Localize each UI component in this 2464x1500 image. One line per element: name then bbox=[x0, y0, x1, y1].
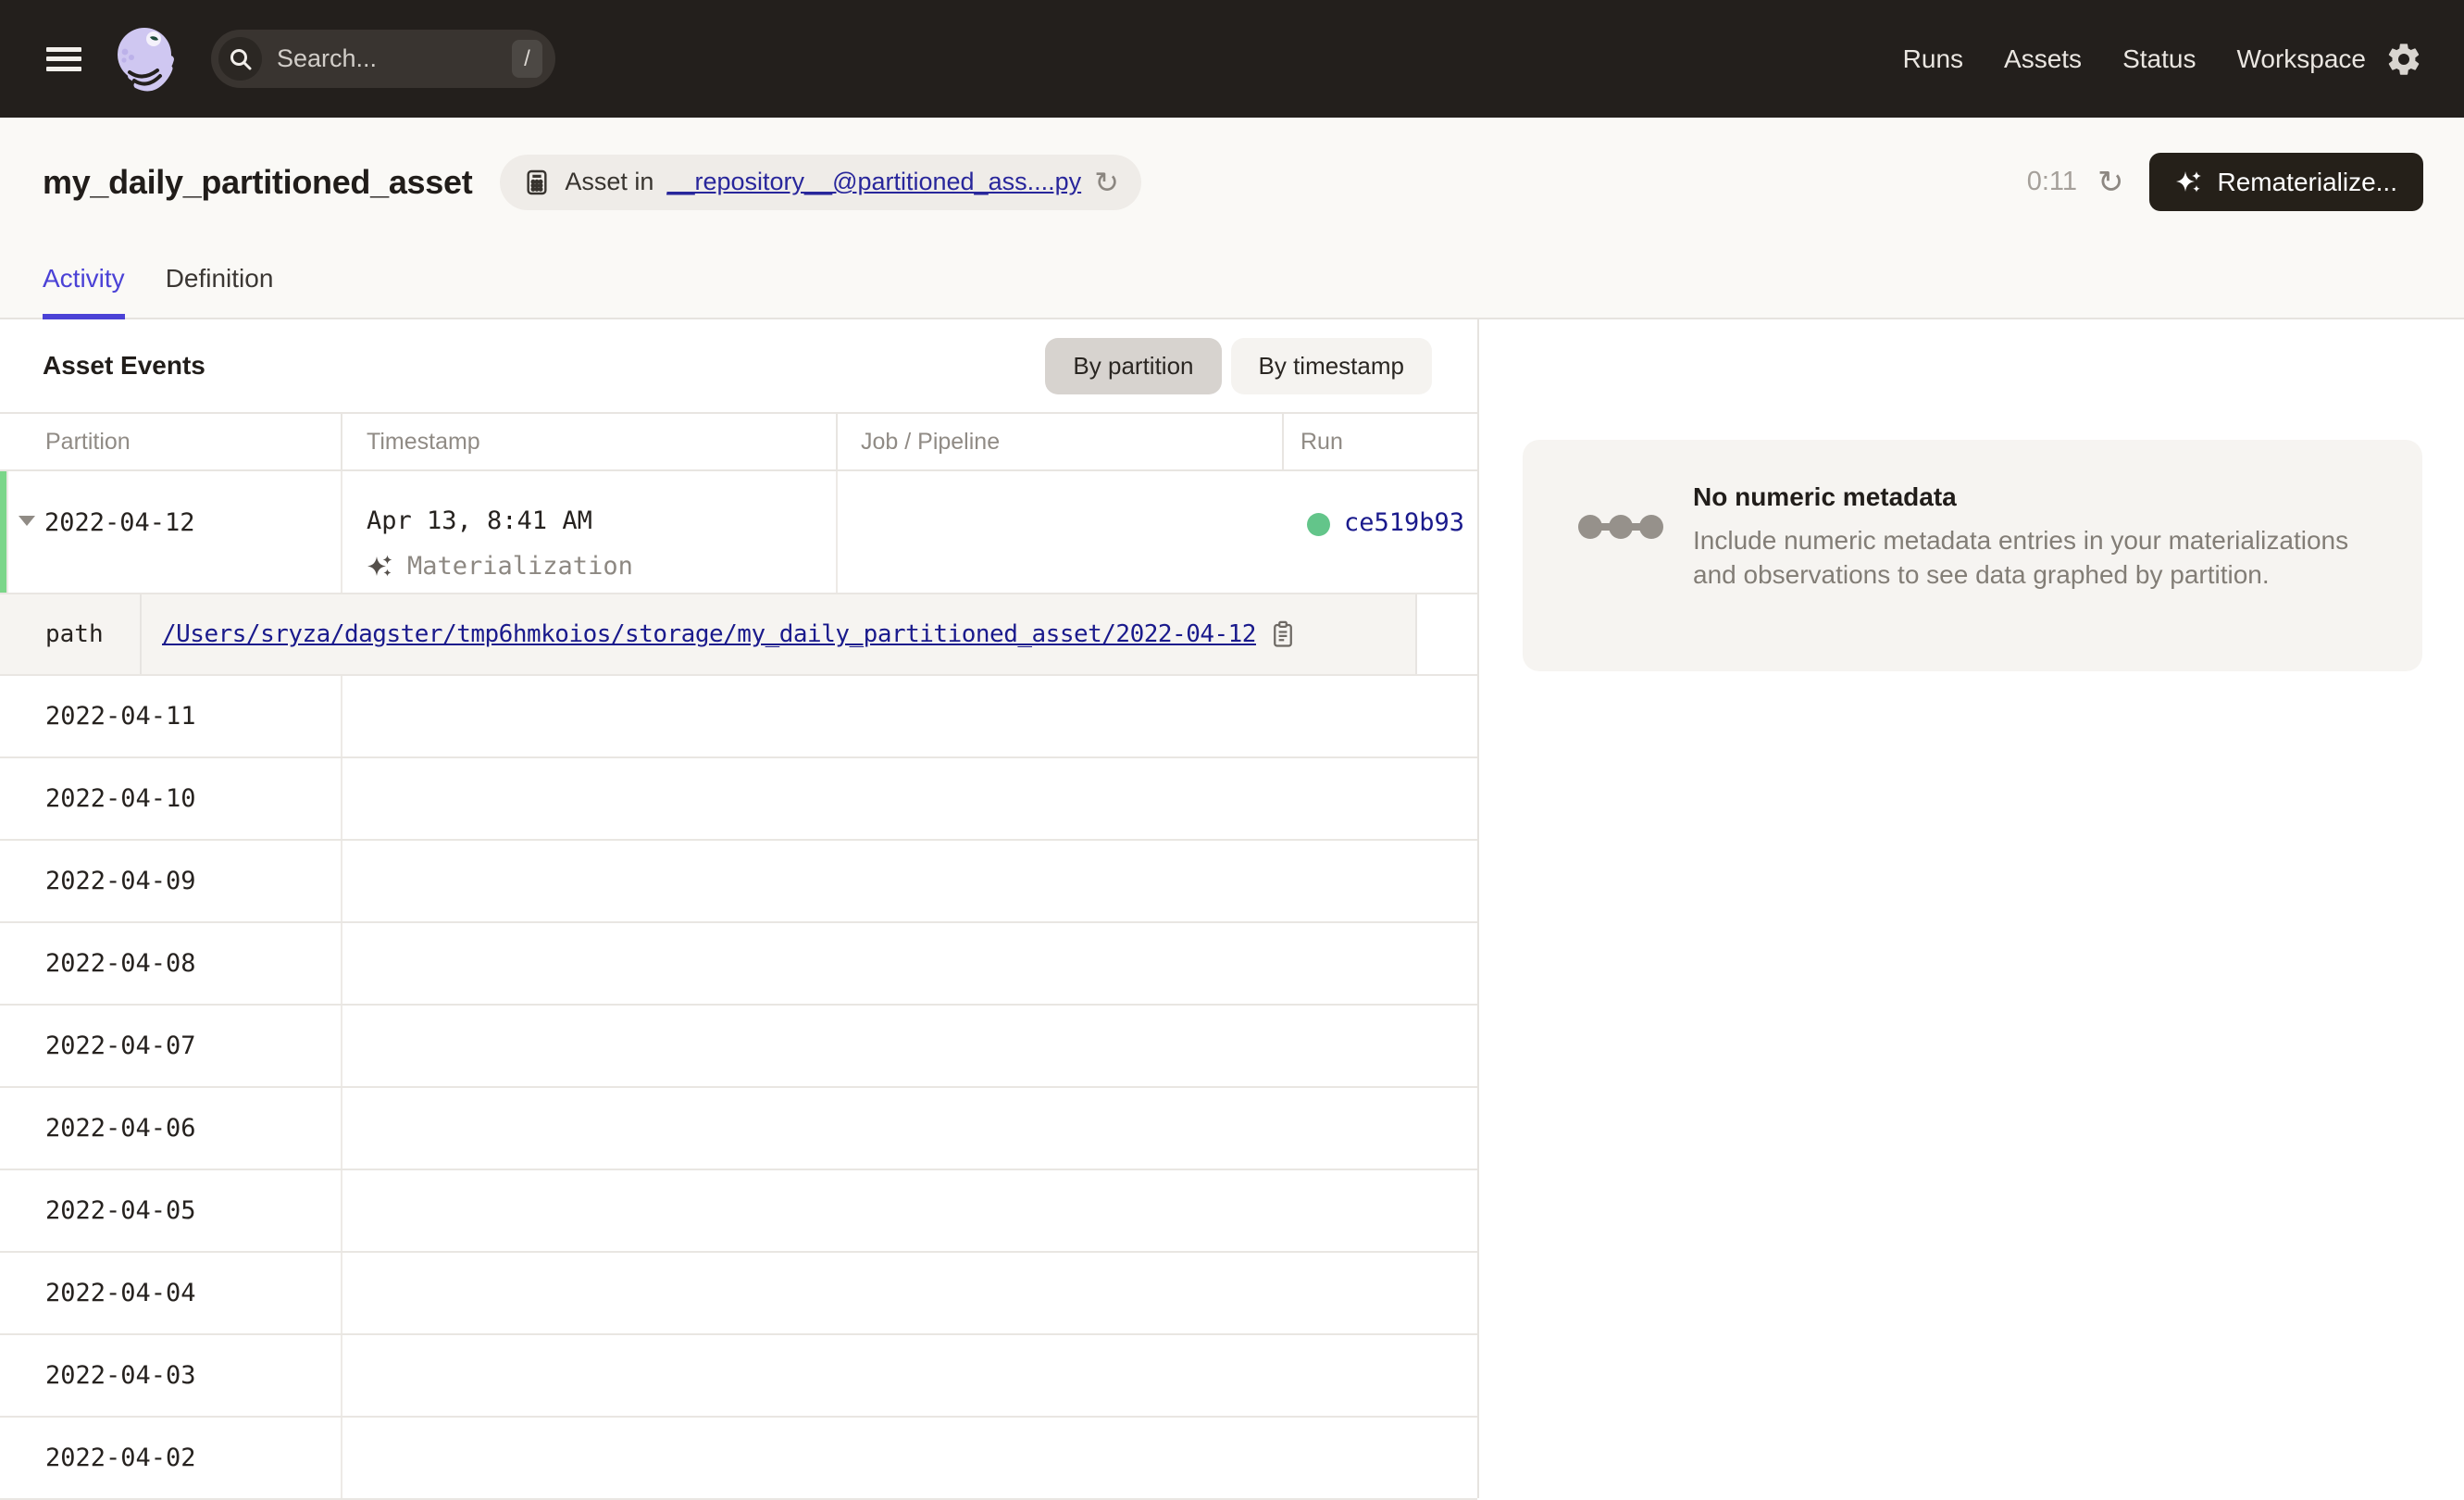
event-type-label: Materialization bbox=[407, 552, 633, 581]
dagit-asset-page: Search... / Runs Assets Status Workspace… bbox=[0, 0, 2464, 1498]
reload-repo-icon[interactable]: ↻ bbox=[1094, 168, 1119, 197]
partition-row-empty bbox=[342, 1088, 1477, 1169]
column-header-partition: Partition bbox=[0, 414, 342, 469]
event-job-cell bbox=[838, 471, 1284, 593]
event-row-expanded[interactable]: 2022-04-12 Apr 13, 8:41 AM Materializati… bbox=[0, 471, 1477, 594]
repo-link[interactable]: __repository__@partitioned_ass....py bbox=[666, 168, 1081, 196]
partition-row-empty bbox=[342, 1253, 1477, 1333]
partition-label: 2022-04-10 bbox=[0, 758, 342, 839]
partition-label: 2022-04-02 bbox=[0, 1418, 342, 1498]
run-id-link[interactable]: ce519b93 bbox=[1344, 508, 1464, 537]
partition-success-accent bbox=[0, 471, 8, 593]
column-header-job: Job / Pipeline bbox=[838, 414, 1284, 469]
partition-label: 2022-04-08 bbox=[0, 923, 342, 1004]
partition-row-empty bbox=[342, 758, 1477, 839]
partition-row-empty bbox=[342, 676, 1477, 756]
slash-shortcut-key: / bbox=[512, 40, 542, 78]
partition-label: 2022-04-11 bbox=[0, 676, 342, 756]
by-timestamp-button[interactable]: By timestamp bbox=[1231, 338, 1433, 394]
nav-runs[interactable]: Runs bbox=[1903, 44, 1963, 74]
partition-value: 2022-04-12 bbox=[44, 508, 195, 537]
rematerialize-label: Rematerialize... bbox=[2217, 168, 2397, 197]
materialization-sparkle-icon bbox=[367, 553, 394, 581]
partition-label: 2022-04-04 bbox=[0, 1253, 342, 1333]
partition-row[interactable]: 2022-04-09 bbox=[0, 841, 1477, 923]
dot-series-icon bbox=[1576, 508, 1665, 545]
menu-icon[interactable] bbox=[46, 47, 81, 71]
collapse-caret-icon[interactable] bbox=[19, 516, 35, 526]
column-header-run: Run bbox=[1284, 414, 1477, 469]
partition-row-empty bbox=[342, 1418, 1477, 1498]
partition-row[interactable]: 2022-04-04 bbox=[0, 1253, 1477, 1335]
partition-row[interactable]: 2022-04-02 bbox=[0, 1418, 1477, 1500]
partition-row[interactable]: 2022-04-08 bbox=[0, 923, 1477, 1006]
partition-row[interactable]: 2022-04-03 bbox=[0, 1335, 1477, 1418]
partition-label: 2022-04-09 bbox=[0, 841, 342, 921]
nav-assets[interactable]: Assets bbox=[2004, 44, 2082, 74]
event-timestamp: Apr 13, 8:41 AM bbox=[367, 506, 836, 535]
asset-tabs: Activity Definition bbox=[43, 264, 273, 319]
path-row-spacer bbox=[1417, 594, 1477, 674]
asset-header: my_daily_partitioned_asset Asset in __re… bbox=[0, 118, 2464, 319]
asset-events-heading: Asset Events bbox=[43, 351, 205, 381]
partition-row-empty bbox=[342, 923, 1477, 1004]
asset-repo-pill: Asset in __repository__@partitioned_ass.… bbox=[500, 155, 1141, 210]
sparkle-icon bbox=[2175, 169, 2203, 196]
nav-status[interactable]: Status bbox=[2122, 44, 2196, 74]
partition-row-empty bbox=[342, 1170, 1477, 1251]
top-nav-bar: Search... / Runs Assets Status Workspace bbox=[0, 0, 2464, 118]
partition-rows: 2022-04-112022-04-102022-04-092022-04-08… bbox=[0, 676, 1477, 1500]
top-nav-links: Runs Assets Status Workspace bbox=[1903, 44, 2366, 74]
partition-row[interactable]: 2022-04-05 bbox=[0, 1170, 1477, 1253]
asset-activity-content: Asset Events By partition By timestamp P… bbox=[0, 319, 2464, 1498]
dagster-logo[interactable] bbox=[109, 24, 180, 94]
partition-label: 2022-04-07 bbox=[0, 1006, 342, 1086]
events-table-header: Partition Timestamp Job / Pipeline Run bbox=[0, 412, 1477, 471]
by-partition-button[interactable]: By partition bbox=[1045, 338, 1221, 394]
rematerialize-button[interactable]: Rematerialize... bbox=[2149, 153, 2423, 211]
partition-row-empty bbox=[342, 1335, 1477, 1416]
partition-label: 2022-04-06 bbox=[0, 1088, 342, 1169]
metadata-path-link[interactable]: /Users/sryza/dagster/tmp6hmkoios/storage… bbox=[162, 620, 1256, 648]
partition-row[interactable]: 2022-04-07 bbox=[0, 1006, 1477, 1088]
partition-row[interactable]: 2022-04-11 bbox=[0, 676, 1477, 758]
settings-gear-icon[interactable] bbox=[2384, 40, 2423, 79]
metadata-path-row: path /Users/sryza/dagster/tmp6hmkoios/st… bbox=[0, 594, 1477, 676]
column-header-timestamp: Timestamp bbox=[342, 414, 838, 469]
no-metadata-title: No numeric metadata bbox=[1693, 482, 2385, 512]
page-title: my_daily_partitioned_asset bbox=[43, 163, 472, 202]
partition-row[interactable]: 2022-04-10 bbox=[0, 758, 1477, 841]
search-input[interactable]: Search... / bbox=[211, 30, 555, 88]
partition-row-empty bbox=[342, 841, 1477, 921]
nav-workspace[interactable]: Workspace bbox=[2236, 44, 2366, 74]
tab-activity[interactable]: Activity bbox=[43, 264, 125, 319]
refresh-timer: 0:11 bbox=[2027, 167, 2077, 197]
no-metadata-card: No numeric metadata Include numeric meta… bbox=[1523, 440, 2422, 671]
asset-in-label: Asset in bbox=[565, 168, 653, 196]
metadata-key: path bbox=[0, 594, 142, 674]
copy-to-clipboard-icon[interactable] bbox=[1271, 620, 1295, 648]
search-placeholder: Search... bbox=[277, 44, 377, 73]
partition-row-empty bbox=[342, 1006, 1477, 1086]
partition-label: 2022-04-05 bbox=[0, 1170, 342, 1251]
search-icon bbox=[218, 37, 262, 81]
tab-definition[interactable]: Definition bbox=[166, 264, 274, 319]
events-view-toggle: By partition By timestamp bbox=[1045, 338, 1432, 394]
partition-row[interactable]: 2022-04-06 bbox=[0, 1088, 1477, 1170]
no-metadata-description: Include numeric metadata entries in your… bbox=[1693, 523, 2385, 592]
asset-events-pane: Asset Events By partition By timestamp P… bbox=[0, 319, 1479, 1498]
run-status-dot bbox=[1307, 513, 1330, 536]
repository-icon bbox=[522, 168, 552, 197]
partition-metadata-pane: No numeric metadata Include numeric meta… bbox=[1479, 319, 2464, 1498]
refresh-icon[interactable]: ↻ bbox=[2097, 167, 2124, 198]
partition-label: 2022-04-03 bbox=[0, 1335, 342, 1416]
